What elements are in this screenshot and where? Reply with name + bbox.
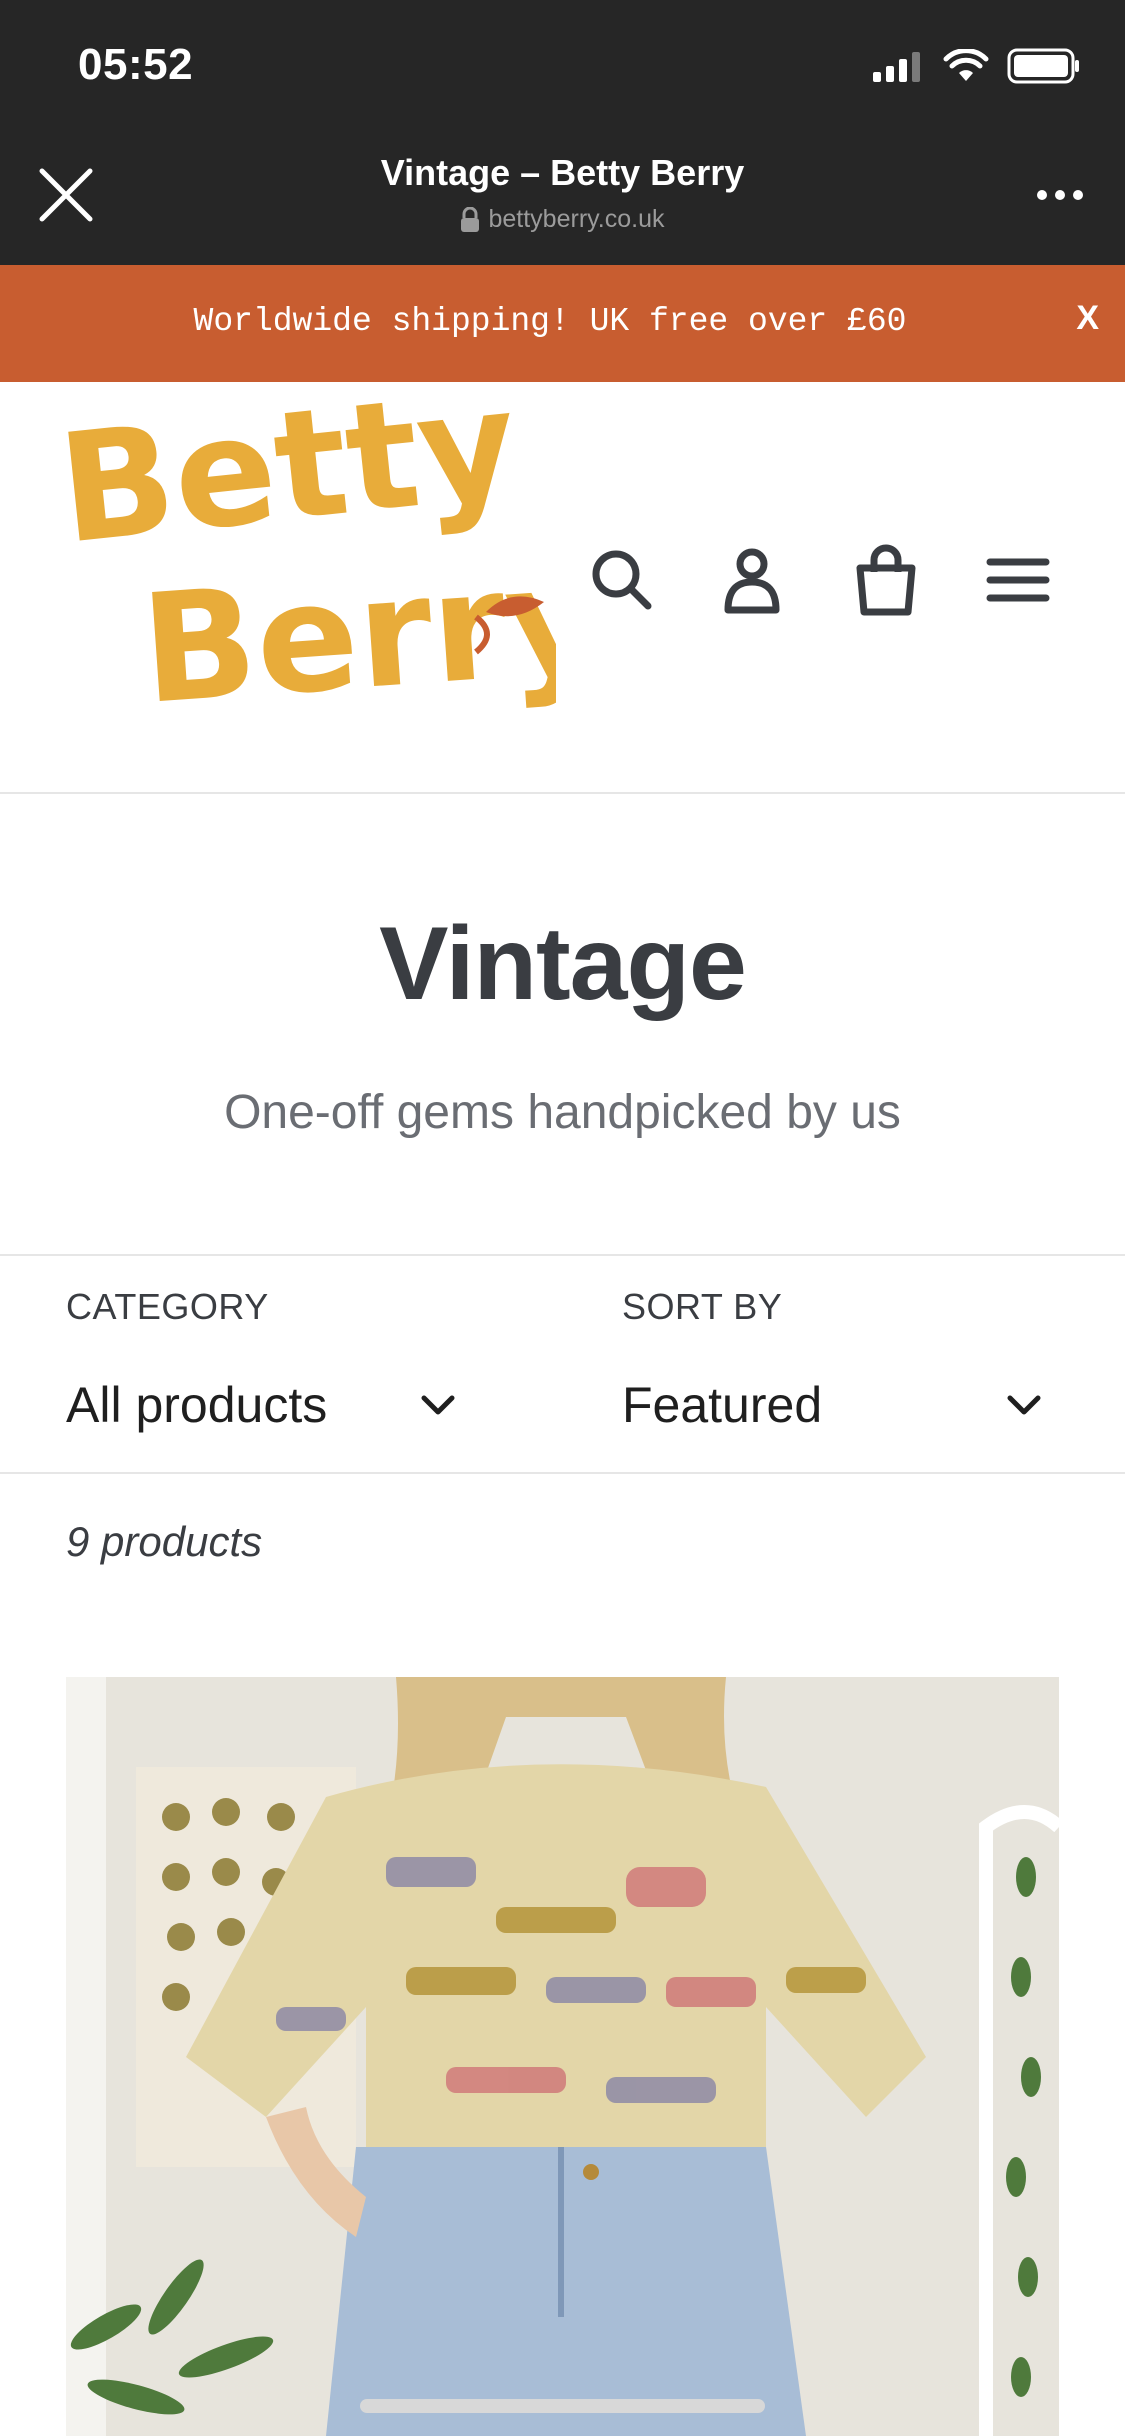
- account-icon[interactable]: [712, 540, 792, 620]
- more-options-icon[interactable]: [1037, 190, 1083, 200]
- site-header: Betty Berry: [0, 382, 1125, 794]
- battery-icon: [1007, 48, 1079, 84]
- chevron-down-icon: [421, 1395, 455, 1415]
- search-icon[interactable]: [582, 540, 662, 620]
- category-label: CATEGORY: [66, 1286, 269, 1327]
- home-indicator[interactable]: [360, 2399, 765, 2413]
- browser-url: bettyberry.co.uk: [0, 205, 1125, 234]
- wifi-icon: [943, 49, 989, 81]
- product-image[interactable]: [66, 1677, 1059, 2436]
- sort-label: SORT BY: [622, 1286, 783, 1327]
- collection-subtitle: One-off gems handpicked by us: [224, 1086, 901, 1139]
- browser-url-text: bettyberry.co.uk: [488, 205, 665, 233]
- sort-value: Featured: [622, 1377, 823, 1433]
- product-photo: [66, 1677, 1059, 2436]
- browser-page-title: Vintage – Betty Berry: [380, 152, 745, 193]
- svg-text:Berry: Berry: [136, 532, 556, 738]
- status-time: 05:52: [78, 40, 194, 89]
- category-filter: CATEGORY All products: [66, 1256, 456, 1474]
- lock-icon: [461, 206, 480, 232]
- product-count: 9 products: [66, 1518, 263, 1565]
- status-icons: [873, 48, 1081, 84]
- betty-berry-logo[interactable]: Betty Berry: [66, 402, 556, 742]
- announcement-bar: Worldwide shipping! UK free over £60 X: [0, 265, 1125, 382]
- menu-icon[interactable]: [978, 540, 1058, 620]
- category-select[interactable]: All products: [66, 1376, 456, 1434]
- sort-filter: SORT BY Featured: [622, 1256, 1042, 1474]
- announcement-close-button[interactable]: X: [1076, 299, 1099, 338]
- collection-filters: CATEGORY All products SORT BY Featured: [0, 1254, 1125, 1474]
- cart-icon[interactable]: [846, 540, 926, 620]
- sort-select[interactable]: Featured: [622, 1376, 1042, 1434]
- collection-title: Vintage: [379, 906, 747, 1022]
- signal-icon: [873, 52, 920, 82]
- chevron-down-icon: [1007, 1395, 1041, 1415]
- announcement-text: Worldwide shipping! UK free over £60: [193, 303, 907, 340]
- category-value: All products: [66, 1377, 328, 1433]
- browser-chrome: 05:52 Vintage – Betty Berry bettyberry.c…: [0, 0, 1125, 265]
